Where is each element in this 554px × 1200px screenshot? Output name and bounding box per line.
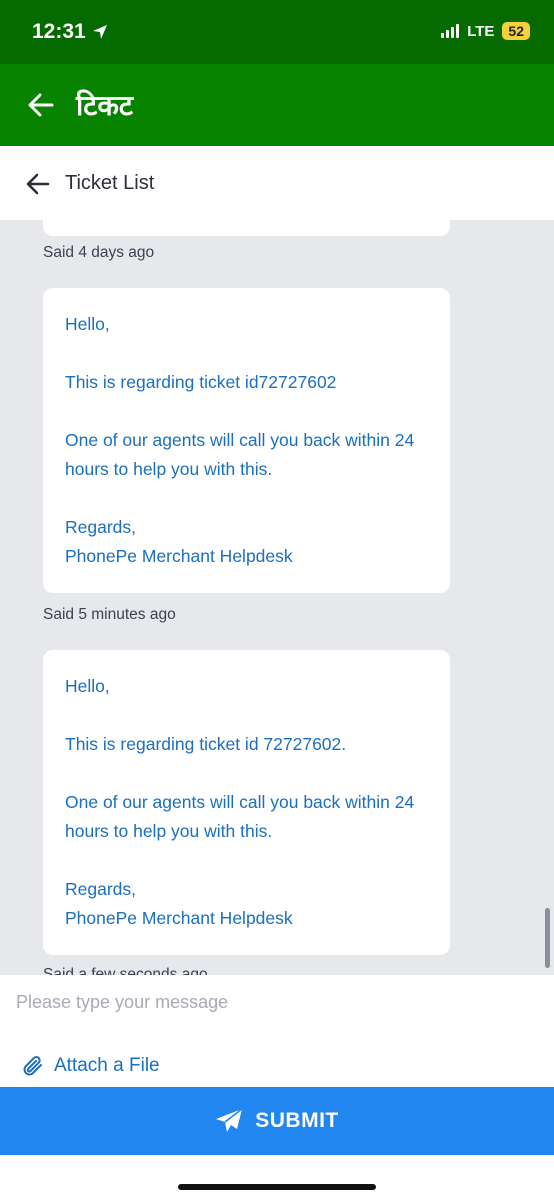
app-title: टिकट: [76, 90, 133, 121]
signal-icon: [441, 24, 460, 38]
message-line: PhonePe Merchant Helpdesk: [65, 908, 293, 928]
message-line: Hello,: [65, 314, 110, 334]
message-bubble: Hello, This is regarding ticket id727276…: [43, 288, 450, 593]
attach-file-button[interactable]: Attach a File: [22, 1055, 160, 1077]
location-arrow-icon: [92, 25, 107, 39]
back-arrow-icon[interactable]: [28, 92, 54, 118]
ticket-list-header: Ticket List: [0, 146, 554, 220]
message-line: This is regarding ticket id 72727602.: [65, 734, 347, 754]
message-line: Regards,: [65, 879, 137, 899]
message-composer: Attach a File: [0, 975, 554, 1087]
scrollbar[interactable]: [545, 908, 550, 968]
status-time: 12:31: [32, 20, 108, 44]
time-text: 12:31: [32, 20, 86, 43]
message-timestamp: Said a few seconds ago: [43, 966, 208, 975]
status-bar: 12:31 LTE 52: [0, 0, 554, 64]
message-timestamp: Said 5 minutes ago: [43, 606, 176, 623]
message-thread[interactable]: Said 4 days ago Hello, This is regarding…: [0, 220, 554, 975]
submit-label: SUBMIT: [255, 1109, 339, 1132]
home-indicator[interactable]: [178, 1184, 376, 1190]
attach-file-label: Attach a File: [54, 1055, 160, 1076]
message-line: PhonePe Merchant Helpdesk: [65, 546, 293, 566]
network-label: LTE: [467, 22, 495, 40]
app-bar: टिकट: [0, 64, 554, 146]
status-indicators: LTE 52: [441, 22, 530, 40]
page-title: Ticket List: [65, 172, 155, 194]
message-line: Regards,: [65, 517, 137, 537]
message-bubble: Hello, This is regarding ticket id 72727…: [43, 650, 450, 955]
battery-level: 52: [508, 23, 524, 39]
message-input[interactable]: [14, 983, 544, 1021]
message-line: One of our agents will call you back wit…: [65, 792, 415, 841]
message-line: This is regarding ticket id72727602: [65, 372, 337, 392]
message-line: One of our agents will call you back wit…: [65, 430, 415, 479]
message-timestamp: Said 4 days ago: [43, 244, 155, 261]
paperclip-icon: [23, 1056, 42, 1076]
home-indicator-area: [0, 1155, 554, 1200]
back-arrow-icon[interactable]: [26, 172, 50, 196]
battery-icon: 52: [502, 22, 530, 40]
message-line: Hello,: [65, 676, 110, 696]
send-icon: [216, 1108, 243, 1132]
message-bubble: [43, 220, 450, 236]
submit-button[interactable]: SUBMIT: [0, 1087, 554, 1155]
